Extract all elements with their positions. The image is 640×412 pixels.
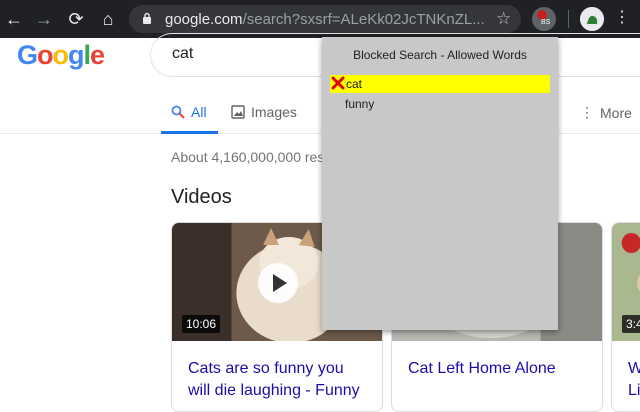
browser-menu-icon[interactable]: ⋮ [614, 7, 630, 27]
allowed-word-row[interactable]: funny [330, 95, 550, 113]
tab-more-label: More [600, 104, 632, 121]
allowed-word-row[interactable]: cat [330, 75, 550, 93]
logo-letter: g [68, 40, 84, 70]
image-icon [231, 105, 245, 119]
tab-more[interactable]: ⋮ More [580, 104, 632, 121]
logo-letter: o [52, 40, 69, 70]
lock-icon [143, 12, 151, 24]
allowed-word: funny [345, 97, 375, 111]
search-icon [171, 105, 185, 119]
play-icon[interactable] [258, 263, 298, 303]
remove-x-icon[interactable] [331, 76, 345, 90]
video-card[interactable]: 3:4 W Li [611, 222, 640, 412]
video-title-line: Cats are so funny you [188, 360, 344, 377]
result-stats: About 4,160,000,000 res [171, 149, 325, 165]
address-bar[interactable]: google.com/search?sxsrf=ALeKk02JcTNKnZL.… [129, 5, 521, 33]
tab-images[interactable]: Images [231, 104, 297, 120]
forward-icon[interactable]: → [34, 9, 54, 29]
logo-text: Google [17, 40, 105, 70]
video-title-line: will die laughing - Funny [188, 382, 360, 399]
toolbar-separator [568, 10, 569, 28]
search-query: cat [172, 45, 194, 62]
video-duration: 10:06 [182, 315, 221, 333]
video-title[interactable]: W Li [628, 358, 640, 402]
active-tab-indicator [161, 131, 218, 134]
logo-letter: G [17, 40, 38, 70]
more-vert-icon: ⋮ [580, 104, 594, 120]
avatar-image-icon [580, 7, 604, 31]
allowed-word: cat [346, 77, 363, 91]
logo-letter: o [37, 40, 53, 70]
url-host: google.com [165, 11, 243, 28]
bookmark-star-icon[interactable]: ☆ [496, 9, 511, 29]
url-text: google.com/search?sxsrf=ALeKk02JcTNKnZL.… [165, 11, 485, 28]
popup-title: Blocked Search - Allowed Words [353, 48, 527, 62]
tab-all-label: All [191, 104, 207, 120]
video-title-line: W [628, 358, 640, 380]
video-title-line: Cat Left Home Alone [408, 360, 556, 377]
videos-heading: Videos [171, 186, 232, 208]
google-logo[interactable]: Google [17, 40, 105, 71]
blocked-search-popup: Blocked Search - Allowed Words cat funny [322, 37, 558, 330]
video-title-line: Li [628, 382, 640, 399]
extension-badge: BS [541, 19, 551, 26]
tab-images-label: Images [251, 104, 297, 120]
video-title[interactable]: Cats are so funny you will die laughing … [188, 358, 360, 402]
tab-all[interactable]: All [171, 104, 207, 120]
video-title[interactable]: Cat Left Home Alone [408, 358, 556, 380]
video-duration: 3:4 [622, 315, 640, 333]
back-icon[interactable]: ← [4, 9, 24, 29]
url-path: /search?sxsrf=ALeKk02JcTNKnZL... [242, 11, 485, 28]
logo-letter: e [90, 40, 105, 70]
profile-avatar[interactable] [580, 7, 604, 31]
home-icon[interactable]: ⌂ [98, 9, 118, 29]
blocked-search-extension-button[interactable]: BS [532, 7, 556, 31]
reload-icon[interactable]: ⟳ [66, 9, 86, 29]
